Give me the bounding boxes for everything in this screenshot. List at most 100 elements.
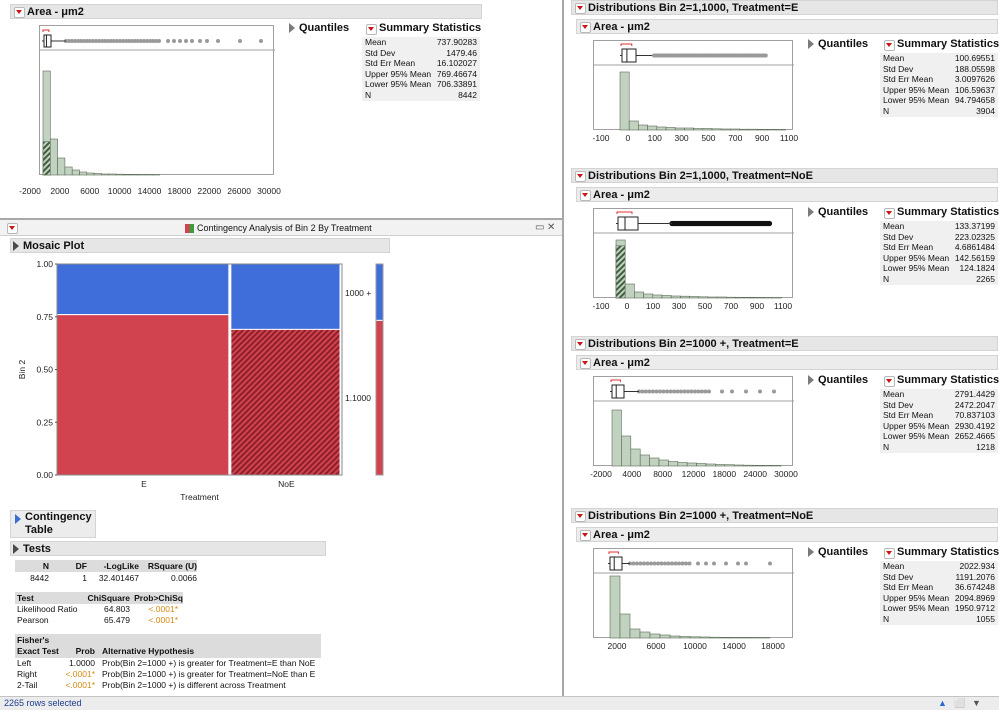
x-tick-label: 6000 xyxy=(646,641,666,651)
stat-value: 106.59637 xyxy=(954,84,995,95)
outlier-point xyxy=(631,561,636,566)
area-header[interactable]: Area - μm2 xyxy=(576,19,998,34)
red-triangle-menu-icon[interactable] xyxy=(883,375,895,387)
maximize-icon[interactable]: ▭ xyxy=(535,222,544,233)
red-triangle-menu-icon[interactable] xyxy=(883,207,895,219)
stat-row: N 2265 xyxy=(880,274,998,285)
histogram-bar xyxy=(702,128,713,131)
histogram-bar xyxy=(638,124,648,131)
red-triangle-menu-icon[interactable] xyxy=(579,21,591,33)
disclosure-icon[interactable] xyxy=(808,207,814,217)
distribution-header[interactable]: Distributions Bin 2=1000 +, Treatment=No… xyxy=(571,508,998,523)
stat-row: Lower 95% Mean 706.33891 xyxy=(362,79,480,90)
mosaic-header[interactable]: Mosaic Plot xyxy=(10,238,390,253)
histogram-bar xyxy=(762,465,773,467)
contingency-window-bar: Contingency Analysis of Bin 2 By Treatme… xyxy=(0,220,562,236)
x-tick-label: 18000 xyxy=(761,641,785,651)
summary-stats-header[interactable]: Summary Statistics xyxy=(881,373,999,387)
outlier-point xyxy=(687,561,692,566)
summary-stats-table: Mean 2022.934 Std Dev 1191.2076 Std Err Mean… xyxy=(880,561,998,625)
red-triangle-menu-icon[interactable] xyxy=(13,6,25,18)
contingency-table-header[interactable]: Contingency Table xyxy=(10,510,96,538)
stat-row: Mean 2022.934 xyxy=(880,561,998,572)
histogram-chart xyxy=(594,379,794,467)
red-triangle-menu-icon[interactable] xyxy=(574,338,586,350)
area-header[interactable]: Area - μm2 xyxy=(576,355,998,370)
x-tick-label: 30000 xyxy=(257,186,281,196)
area-header-left[interactable]: Area - μm2 xyxy=(10,4,482,19)
quantiles-toggle[interactable]: Quantiles xyxy=(287,21,349,35)
x-tick-label: 6000 xyxy=(80,186,100,196)
stat-row: Std Err Mean 4.6861484 xyxy=(880,242,998,253)
chevron-down-icon[interactable]: ▼ xyxy=(972,697,981,710)
window-icon[interactable]: ⬜ xyxy=(954,697,965,710)
tests-header[interactable]: Tests xyxy=(10,541,326,556)
shortest-half-bracket xyxy=(42,29,50,32)
histogram-chart xyxy=(594,551,794,639)
quantiles-toggle[interactable]: Quantiles xyxy=(806,545,868,559)
distribution-header[interactable]: Distributions Bin 2=1000 +, Treatment=E xyxy=(571,336,998,351)
red-triangle-menu-icon[interactable] xyxy=(365,23,377,35)
shortest-half-bracket xyxy=(608,551,619,554)
red-triangle-menu-icon[interactable] xyxy=(574,170,586,182)
area-title: Area - μm2 xyxy=(593,528,650,541)
histogram-bar xyxy=(726,296,736,299)
histogram-bar xyxy=(634,291,644,299)
red-triangle-menu-icon[interactable] xyxy=(579,357,591,369)
area-header[interactable]: Area - μm2 xyxy=(576,187,998,202)
stat-row: Std Err Mean 36.674248 xyxy=(880,582,998,593)
x-tick-label: 26000 xyxy=(227,186,251,196)
distribution-header[interactable]: Distributions Bin 2=1,1000, Treatment=No… xyxy=(571,168,998,183)
red-triangle-menu-icon[interactable] xyxy=(579,189,591,201)
disclosure-icon[interactable] xyxy=(13,543,19,554)
outlier-point xyxy=(689,389,694,394)
histogram-bar xyxy=(665,127,676,131)
x-tick-label: 30000 xyxy=(774,469,798,479)
x-tick-label: 10000 xyxy=(683,641,707,651)
stat-label: Std Dev xyxy=(883,399,914,410)
arrow-up-icon[interactable]: ▲ xyxy=(938,697,947,710)
disclosure-icon[interactable] xyxy=(289,23,295,33)
x-tick-label: -2000 xyxy=(590,469,612,479)
pane-divider[interactable] xyxy=(562,0,564,696)
histogram-bar xyxy=(86,172,95,176)
histogram-bar xyxy=(719,637,731,639)
red-triangle-menu-icon[interactable] xyxy=(883,39,895,51)
histogram-bar xyxy=(677,462,688,467)
red-triangle-menu-icon[interactable] xyxy=(574,2,586,14)
summary-stats-label: Summary Statistics xyxy=(897,206,999,218)
red-triangle-menu-icon[interactable] xyxy=(579,529,591,541)
outlier-point xyxy=(216,39,220,43)
quantiles-toggle[interactable]: Quantiles xyxy=(806,37,868,51)
distribution-header[interactable]: Distributions Bin 2=1,1000, Treatment=E xyxy=(571,0,998,15)
red-triangle-menu-icon[interactable] xyxy=(574,510,586,522)
disclosure-icon[interactable] xyxy=(15,514,21,524)
summary-stats-header[interactable]: Summary Statistics xyxy=(881,37,999,51)
area-header[interactable]: Area - μm2 xyxy=(576,527,998,542)
summary-stats-header[interactable]: Summary Statistics xyxy=(881,545,999,559)
disclosure-icon[interactable] xyxy=(808,547,814,557)
summary-stats-table: Mean 2791.4429 Std Dev 2472.2047 Std Err Mea… xyxy=(880,389,998,453)
histogram-frame xyxy=(39,25,275,176)
outlier-point xyxy=(642,561,646,566)
histogram-bar xyxy=(123,174,131,176)
summary-stats-header[interactable]: Summary Statistics xyxy=(363,21,481,35)
disclosure-icon[interactable] xyxy=(808,375,814,385)
histogram-bar xyxy=(652,294,663,299)
stat-value: 1479.46 xyxy=(446,47,477,58)
summary-stats-header[interactable]: Summary Statistics xyxy=(881,205,999,219)
outlier-point xyxy=(730,389,734,394)
histogram-bar xyxy=(696,463,707,467)
quantiles-toggle[interactable]: Quantiles xyxy=(806,205,868,219)
disclosure-icon[interactable] xyxy=(13,240,19,251)
histogram-chart xyxy=(594,43,794,131)
disclosure-icon[interactable] xyxy=(808,39,814,49)
histogram-bar xyxy=(639,454,650,467)
outlier-point xyxy=(157,39,161,43)
red-triangle-menu-icon[interactable] xyxy=(883,547,895,559)
quantiles-toggle[interactable]: Quantiles xyxy=(806,373,868,387)
stat-row: N 8442 xyxy=(362,90,480,101)
close-icon[interactable]: ✕ xyxy=(547,222,555,233)
outlier-point xyxy=(238,39,242,43)
histogram-bar xyxy=(739,637,751,639)
